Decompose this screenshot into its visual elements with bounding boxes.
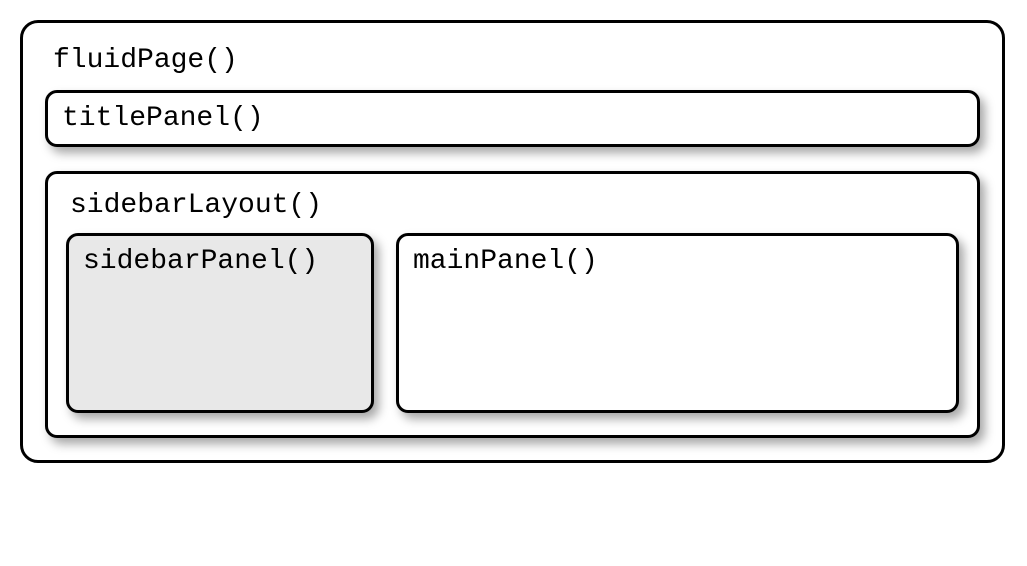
main-panel-label: mainPanel(): [413, 246, 942, 277]
fluid-page-container: fluidPage() titlePanel() sidebarLayout()…: [20, 20, 1005, 463]
fluid-page-label: fluidPage(): [45, 41, 980, 90]
panels-row: sidebarPanel() mainPanel(): [66, 233, 959, 413]
main-panel-container: mainPanel(): [396, 233, 959, 413]
title-panel-container: titlePanel(): [45, 90, 980, 147]
sidebar-panel-label: sidebarPanel(): [83, 246, 357, 277]
sidebar-panel-container: sidebarPanel(): [66, 233, 374, 413]
title-panel-label: titlePanel(): [62, 103, 963, 134]
sidebar-layout-container: sidebarLayout() sidebarPanel() mainPanel…: [45, 171, 980, 438]
sidebar-layout-label: sidebarLayout(): [66, 188, 959, 233]
